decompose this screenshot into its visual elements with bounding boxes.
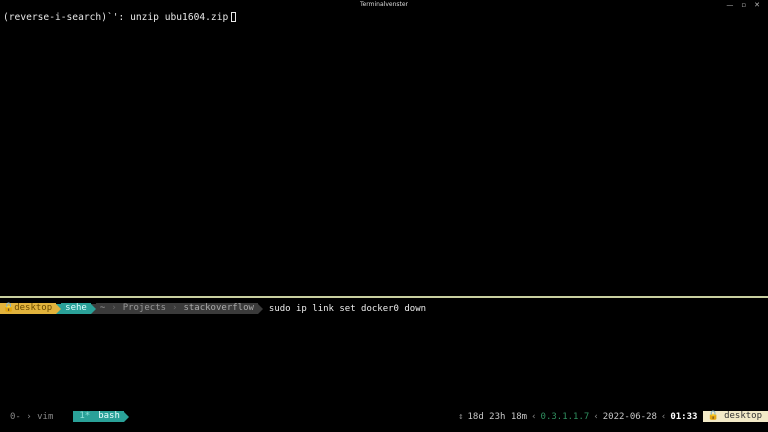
path-separator-icon: › xyxy=(109,303,119,314)
chevron-left-icon: ‹ xyxy=(660,411,667,422)
reverse-search-line: (reverse-i-search)`': unzip ubu1604.zip xyxy=(3,12,237,24)
host-name: desktop xyxy=(724,411,762,421)
path-separator-icon: › xyxy=(170,303,180,314)
window-title: Terminalvenster xyxy=(359,1,409,8)
window-controls: — ▫ ✕ xyxy=(726,0,760,10)
prompt-user: desktop xyxy=(14,303,53,313)
maximize-button[interactable]: ▫ xyxy=(741,0,746,10)
prompt-dir-stackoverflow: stackoverflow xyxy=(179,303,258,314)
close-button[interactable]: ✕ xyxy=(754,0,760,10)
reverse-search-text: (reverse-i-search)`': unzip ubu1604.zip xyxy=(3,12,229,23)
lock-icon: 🔒 xyxy=(3,303,15,313)
prompt-dir-projects: Projects xyxy=(118,303,171,314)
uptime-icon: ↕ xyxy=(458,411,464,422)
tmux-window-vim[interactable]: 0- › vim xyxy=(10,412,53,422)
time: 01:33 xyxy=(670,411,698,422)
window-index: 1* xyxy=(73,411,97,422)
window-titlebar[interactable]: Terminalvenster — ▫ ✕ xyxy=(0,0,768,10)
prompt-host: sehe xyxy=(61,303,91,314)
window-index: 0- xyxy=(10,411,21,422)
window-name: vim xyxy=(37,411,54,422)
tmux-status-right: ↕ 18d 23h 18m ‹ 0.3.1.1.7 ‹ 2022-06-28 ‹… xyxy=(454,411,768,422)
bottom-terminal-pane[interactable] xyxy=(0,298,768,406)
prompt-user-segment: 🔒desktop xyxy=(0,303,57,314)
tmux-window-list: 0- › vim 1* bash xyxy=(10,411,129,422)
tmux-window-bash[interactable]: 1* bash xyxy=(73,411,129,422)
lock-icon: 🔒 xyxy=(707,411,725,421)
terminal-cursor xyxy=(231,12,237,22)
chevron-left-icon: ‹ xyxy=(531,411,537,422)
window-name: bash xyxy=(96,411,124,422)
chevron-right-icon: › xyxy=(20,411,38,422)
prompt-home: ~ xyxy=(95,303,110,314)
host-badge: 🔒 desktop xyxy=(703,411,768,422)
shell-prompt-line: 🔒desktop sehe ~ › Projects › stackoverfl… xyxy=(0,303,426,314)
minimize-button[interactable]: — xyxy=(726,0,733,10)
ip-address: 0.3.1.1.7 xyxy=(540,411,590,422)
date: 2022-06-28 xyxy=(602,411,657,422)
tmux-status-bar: 0- › vim 1* bash ↕ 18d 23h 18m ‹ 0.3.1.1… xyxy=(0,406,768,426)
powerline-arrow-icon xyxy=(123,411,129,422)
top-terminal-pane[interactable]: (reverse-i-search)`': unzip ubu1604.zip xyxy=(0,10,768,296)
prompt-command: sudo ip link set docker0 down xyxy=(268,303,427,314)
chevron-left-icon: ‹ xyxy=(593,411,599,422)
uptime: 18d 23h 18m xyxy=(467,411,528,422)
